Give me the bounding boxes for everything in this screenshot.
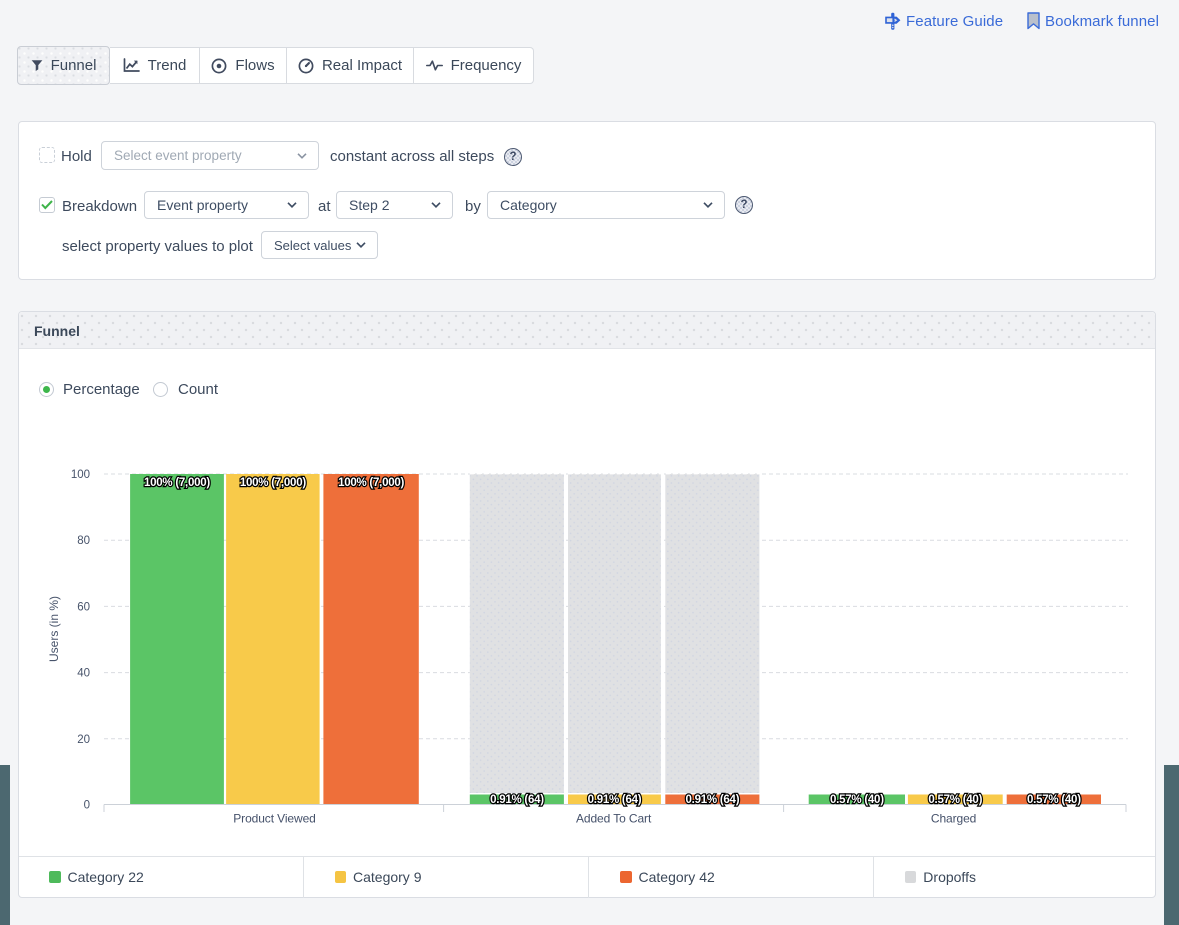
svg-text:Users (in %): Users (in %) bbox=[47, 596, 61, 662]
svg-text:0.57% (40): 0.57% (40) bbox=[830, 794, 884, 806]
svg-text:100% (7,000): 100% (7,000) bbox=[338, 477, 404, 489]
svg-text:100% (7,000): 100% (7,000) bbox=[240, 477, 306, 489]
svg-text:100: 100 bbox=[71, 469, 90, 481]
svg-text:Added To Cart: Added To Cart bbox=[576, 812, 652, 826]
svg-text:0.57% (40): 0.57% (40) bbox=[928, 794, 982, 806]
svg-text:Charged: Charged bbox=[931, 812, 976, 826]
svg-text:20: 20 bbox=[77, 734, 90, 746]
svg-text:0.91% (64): 0.91% (64) bbox=[686, 794, 740, 806]
svg-text:0.57% (40): 0.57% (40) bbox=[1027, 794, 1081, 806]
svg-text:40: 40 bbox=[77, 668, 90, 680]
svg-text:100% (7,000): 100% (7,000) bbox=[144, 477, 210, 489]
svg-text:0: 0 bbox=[84, 800, 90, 812]
svg-text:80: 80 bbox=[77, 535, 90, 547]
svg-text:0.91% (64): 0.91% (64) bbox=[490, 794, 544, 806]
svg-text:Product Viewed: Product Viewed bbox=[233, 812, 315, 826]
svg-text:60: 60 bbox=[77, 601, 90, 613]
svg-text:0.91% (64): 0.91% (64) bbox=[588, 794, 642, 806]
